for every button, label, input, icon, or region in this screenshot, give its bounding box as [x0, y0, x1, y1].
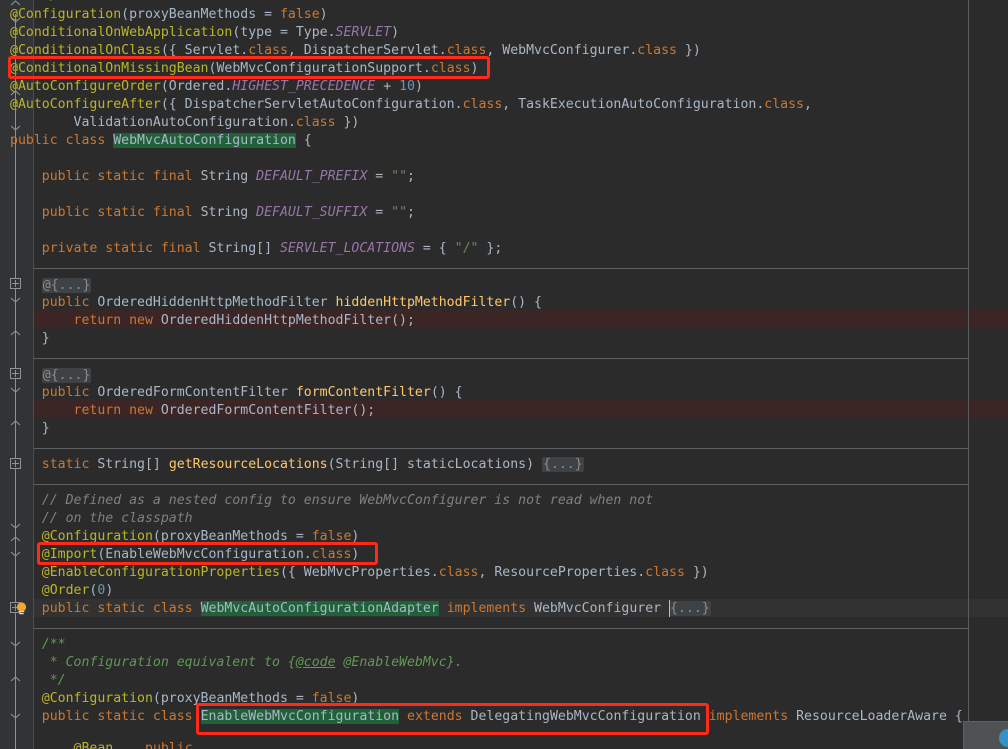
fold-chevron-icon[interactable]	[10, 124, 21, 131]
code-line: @Configuration(proxyBeanMethods = false)	[41, 691, 360, 706]
code-line: @Configuration(proxyBeanMethods = false)	[41, 529, 360, 544]
code-line: static String[] getResourceLocations(Str…	[10, 457, 584, 472]
code-line: public static class EnableWebMvcConfigur…	[10, 709, 963, 724]
code-line: return new OrderedHiddenHttpMethodFilter…	[10, 313, 415, 328]
code-line: @AutoConfigureAfter({ DispatcherServletA…	[10, 97, 812, 112]
fold-chevron-icon[interactable]	[10, 296, 21, 303]
code-line: }	[10, 331, 50, 346]
lightbulb-icon[interactable]	[14, 601, 29, 616]
code-line: }	[10, 421, 50, 436]
code-line: public static final String DEFAULT_PREFI…	[10, 169, 415, 184]
code-line-folded-annotation[interactable]: @{...}	[0, 277, 1008, 295]
fold-chevron-icon[interactable]	[10, 420, 21, 427]
code-line: /**	[10, 637, 66, 652]
code-line: @EnableConfigurationProperties({ WebMvcP…	[41, 565, 709, 580]
code-line: public OrderedFormContentFilter formCont…	[10, 385, 463, 400]
fold-chevron-icon[interactable]	[10, 536, 21, 543]
corner-popup-overlay[interactable]	[963, 721, 1008, 749]
code-line: */	[10, 673, 66, 688]
code-line: // Defined as a nested config to ensure …	[10, 493, 654, 508]
code-content[interactable]: */ @Configuration(proxyBeanMethods = fal…	[0, 0, 1008, 749]
fold-collapsed-icon[interactable]	[10, 458, 21, 469]
code-editor[interactable]: */ @Configuration(proxyBeanMethods = fal…	[0, 0, 1008, 749]
code-line: // on the classpath	[10, 511, 193, 526]
code-line: private static final String[] SERVLET_LO…	[10, 241, 503, 256]
code-line: public static final String DEFAULT_SUFFI…	[10, 205, 415, 220]
popup-indicator-icon	[999, 729, 1008, 747]
code-line-folded-annotation[interactable]: @{...}	[0, 367, 1008, 385]
fold-chevron-icon[interactable]	[10, 522, 21, 529]
fold-chevron-icon[interactable]	[10, 330, 21, 337]
fold-chevron-icon[interactable]	[10, 90, 21, 97]
code-line: * Configuration equivalent to {@code @En…	[10, 655, 463, 670]
text-caret	[669, 600, 670, 617]
fold-chevron-icon[interactable]	[10, 640, 21, 647]
code-line: @Import(EnableWebMvcConfiguration.class)	[41, 547, 360, 562]
code-line: @AutoConfigureOrder(Ordered.HIGHEST_PREC…	[10, 79, 423, 94]
fold-chevron-icon[interactable]	[10, 676, 21, 683]
code-line: return new OrderedFormContentFilter();	[10, 403, 376, 418]
fold-chevron-icon[interactable]	[10, 712, 21, 719]
fold-collapsed-icon[interactable]	[10, 368, 21, 379]
code-line: public static class WebMvcAutoConfigurat…	[10, 601, 711, 616]
code-line: public class WebMvcAutoConfiguration {	[10, 133, 312, 148]
code-line: ValidationAutoConfiguration.class })	[10, 115, 360, 130]
fold-chevron-icon[interactable]	[10, 386, 21, 393]
fold-chevron-icon[interactable]	[10, 550, 21, 557]
code-line: @ConditionalOnWebApplication(type = Type…	[10, 25, 400, 40]
code-line: @Configuration(proxyBeanMethods = false)	[10, 7, 328, 22]
code-line: @Bean public …	[73, 741, 209, 749]
code-line: @ConditionalOnClass({ Servlet.class, Dis…	[10, 43, 701, 58]
fold-collapsed-icon[interactable]	[10, 278, 21, 289]
code-line: public OrderedHiddenHttpMethodFilter hid…	[10, 295, 542, 310]
code-line: @Order(0)	[41, 583, 114, 598]
fold-chevron-icon[interactable]	[10, 16, 21, 23]
fold-chevron-icon[interactable]	[10, 0, 21, 7]
code-line: @ConditionalOnMissingBean(WebMvcConfigur…	[10, 61, 479, 76]
